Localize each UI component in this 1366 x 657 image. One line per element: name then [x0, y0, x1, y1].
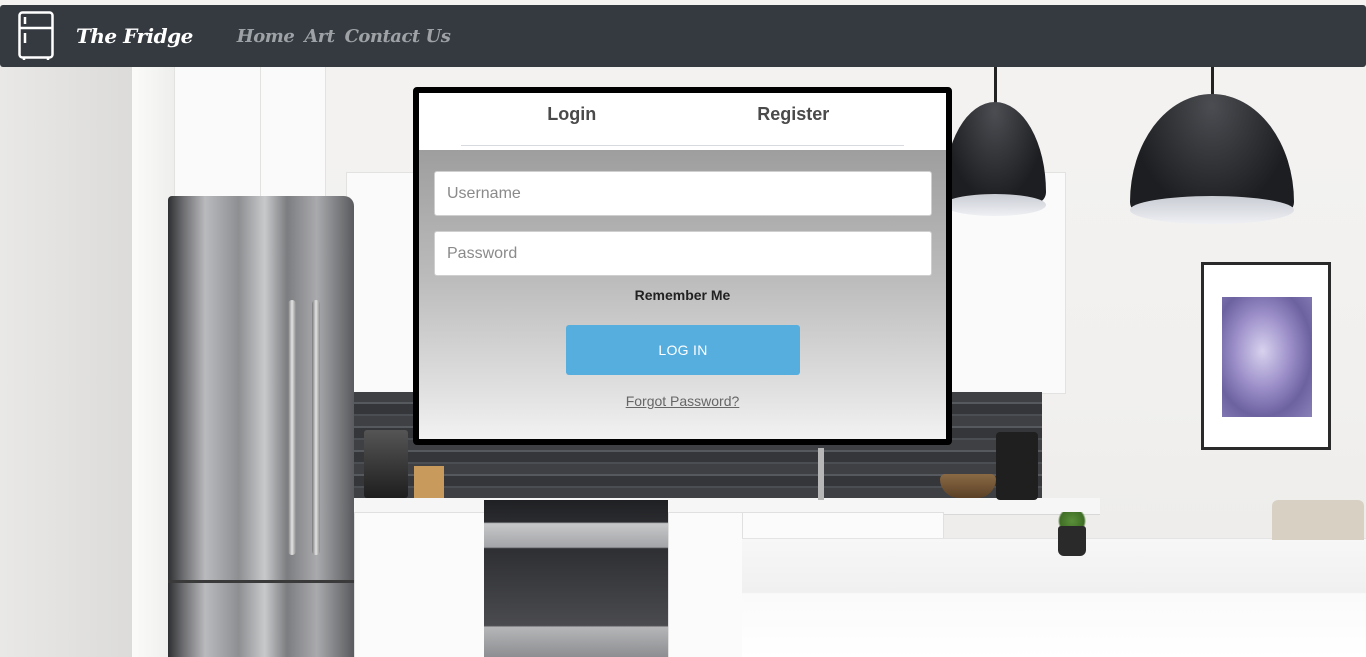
navbar: The Fridge Home Art Contact Us	[0, 5, 1366, 67]
username-input[interactable]	[434, 171, 932, 216]
tab-register[interactable]: Register	[683, 93, 905, 145]
password-input[interactable]	[434, 231, 932, 276]
nav-links: Home Art Contact Us	[237, 26, 451, 47]
nav-link-contact-us[interactable]: Contact Us	[345, 26, 451, 47]
brand-link[interactable]: The Fridge	[76, 24, 193, 48]
forgot-password-link[interactable]: Forgot Password?	[419, 393, 946, 409]
auth-tabs: Login Register	[461, 93, 904, 146]
nav-link-art[interactable]: Art	[304, 26, 335, 47]
login-form: Remember Me LOG IN Forgot Password?	[419, 150, 946, 439]
login-modal: Login Register Remember Me LOG IN Forgot…	[413, 87, 952, 445]
remember-me-toggle[interactable]: Remember Me	[419, 287, 946, 303]
page: The Fridge Home Art Contact Us Login Reg…	[0, 0, 1366, 657]
fridge-icon[interactable]	[18, 11, 54, 61]
tab-login[interactable]: Login	[461, 93, 683, 145]
nav-link-home[interactable]: Home	[237, 26, 295, 47]
login-button[interactable]: LOG IN	[566, 325, 800, 375]
